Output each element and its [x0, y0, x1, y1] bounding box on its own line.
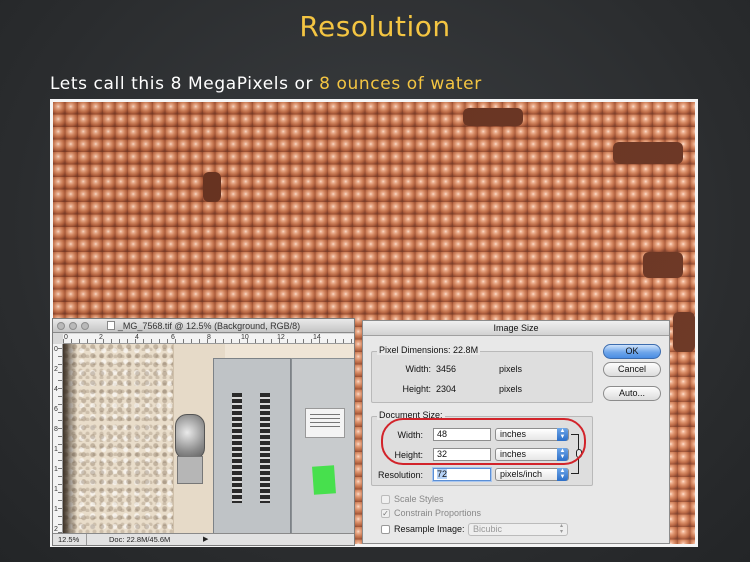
- ruler-tick-label: 6: [54, 406, 58, 413]
- ruler-tick-label: 12: [277, 334, 285, 341]
- status-bar: 12.5% Doc: 22.8M/45.6M ▶: [53, 533, 354, 545]
- resolution-unit-select[interactable]: pixels/inch ▲ ▼: [495, 468, 569, 481]
- resolution-input[interactable]: 72: [433, 468, 491, 481]
- breaker-column: [232, 393, 242, 503]
- ruler-tick-label: 10: [241, 334, 249, 341]
- meter-base: [177, 456, 203, 484]
- scale-styles-checkbox[interactable]: [381, 495, 390, 504]
- ruler-tick-label: 2: [99, 334, 103, 341]
- ruler-tick-label: 0: [64, 334, 68, 341]
- px-height-value: 2304: [436, 384, 457, 394]
- resample-method-select[interactable]: Bicubic ▴ ▾: [468, 523, 568, 536]
- slide-subtitle: Lets call this 8 MegaPixels or 8 ounces …: [50, 74, 482, 94]
- doc-size-info: Doc: 22.8M/45.6M: [109, 535, 171, 544]
- ruler-tick-label: 1: [54, 466, 58, 473]
- ruler-tick-label: 6: [171, 334, 175, 341]
- px-height-unit: pixels: [499, 384, 523, 394]
- document-icon: [106, 321, 115, 330]
- ruler-tick-label: 2: [54, 526, 58, 533]
- zoom-button[interactable]: [81, 322, 89, 330]
- ruler-tick-label: 14: [313, 334, 321, 341]
- ruler-horizontal[interactable]: 0 2 4 6 8 10 12 14: [63, 334, 354, 344]
- resample-image-checkbox[interactable]: [381, 525, 390, 534]
- px-width-value: 3456: [436, 364, 457, 374]
- resolution-value: 72: [437, 469, 448, 479]
- subtitle-highlight: 8 ounces of water: [319, 74, 482, 94]
- pixel-dimensions-value: 22.8M: [453, 345, 479, 355]
- minimize-button[interactable]: [69, 322, 77, 330]
- ruler-tick-label: 1: [54, 486, 58, 493]
- ruler-tick-label: 1: [54, 506, 58, 513]
- wall-edge-shadow: [63, 344, 77, 533]
- slide-title: Resolution: [299, 10, 451, 43]
- ruler-vertical[interactable]: 0 2 4 6 8 1 1 1 1 2: [53, 344, 63, 533]
- photoshop-document-window[interactable]: _MG_7568.tif @ 12.5% (Background, RGB/8)…: [52, 318, 355, 546]
- ruler-tick-label: 0: [54, 346, 58, 353]
- constrain-proportions-checkbox[interactable]: ✓: [381, 509, 390, 518]
- electric-meter: [175, 414, 205, 460]
- green-sticky-note: [312, 465, 336, 495]
- resample-method-value: Bicubic: [473, 524, 503, 534]
- updown-arrows-icon: ▲ ▼: [557, 468, 568, 481]
- window-title: _MG_7568.tif @ 12.5% (Background, RGB/8): [117, 321, 301, 331]
- ruler-tick-label: 8: [54, 426, 58, 433]
- constrain-proportions-label: Constrain Proportions: [394, 508, 482, 518]
- ruler-tick-label: 2: [54, 366, 58, 373]
- updown-arrows-icon: ▴ ▾: [559, 523, 563, 535]
- cancel-button[interactable]: Cancel: [603, 362, 661, 377]
- pixel-dimensions-heading: Pixel Dimensions: 22.8M: [377, 345, 481, 355]
- ruler-tick-label: 4: [54, 386, 58, 393]
- notice-label: [305, 408, 345, 438]
- ruler-tick-label: 4: [135, 334, 139, 341]
- ruler-tick-label: 1: [54, 446, 58, 453]
- ruler-tick-label: 8: [207, 334, 211, 341]
- status-menu-arrow-icon[interactable]: ▶: [203, 534, 208, 545]
- highlight-oval: [381, 418, 586, 465]
- px-height-label: Height:: [402, 384, 431, 394]
- pixel-dimensions-label: Pixel Dimensions:: [379, 345, 451, 355]
- close-button[interactable]: [57, 322, 65, 330]
- stucco-wall: [63, 344, 181, 533]
- subtitle-text: Lets call this 8 MegaPixels or: [50, 74, 320, 94]
- document-canvas[interactable]: [63, 344, 354, 533]
- breaker-panel: [213, 358, 291, 533]
- resolution-label: Resolution:: [377, 470, 423, 480]
- pixel-dimensions-group: [371, 351, 593, 403]
- breaker-column: [260, 393, 270, 503]
- scale-styles-label: Scale Styles: [394, 494, 444, 504]
- resolution-unit-value: pixels/inch: [500, 469, 543, 479]
- window-titlebar[interactable]: _MG_7568.tif @ 12.5% (Background, RGB/8): [53, 319, 354, 333]
- px-width-label: Width:: [405, 364, 431, 374]
- side-panel: [291, 358, 354, 533]
- resample-image-label: Resample Image:: [394, 524, 465, 534]
- ok-button[interactable]: OK: [603, 344, 661, 359]
- zoom-level[interactable]: 12.5%: [55, 534, 87, 545]
- window-controls: [57, 322, 89, 330]
- dialog-title: Image Size: [363, 321, 669, 336]
- px-width-unit: pixels: [499, 364, 523, 374]
- auto-button[interactable]: Auto...: [603, 386, 661, 401]
